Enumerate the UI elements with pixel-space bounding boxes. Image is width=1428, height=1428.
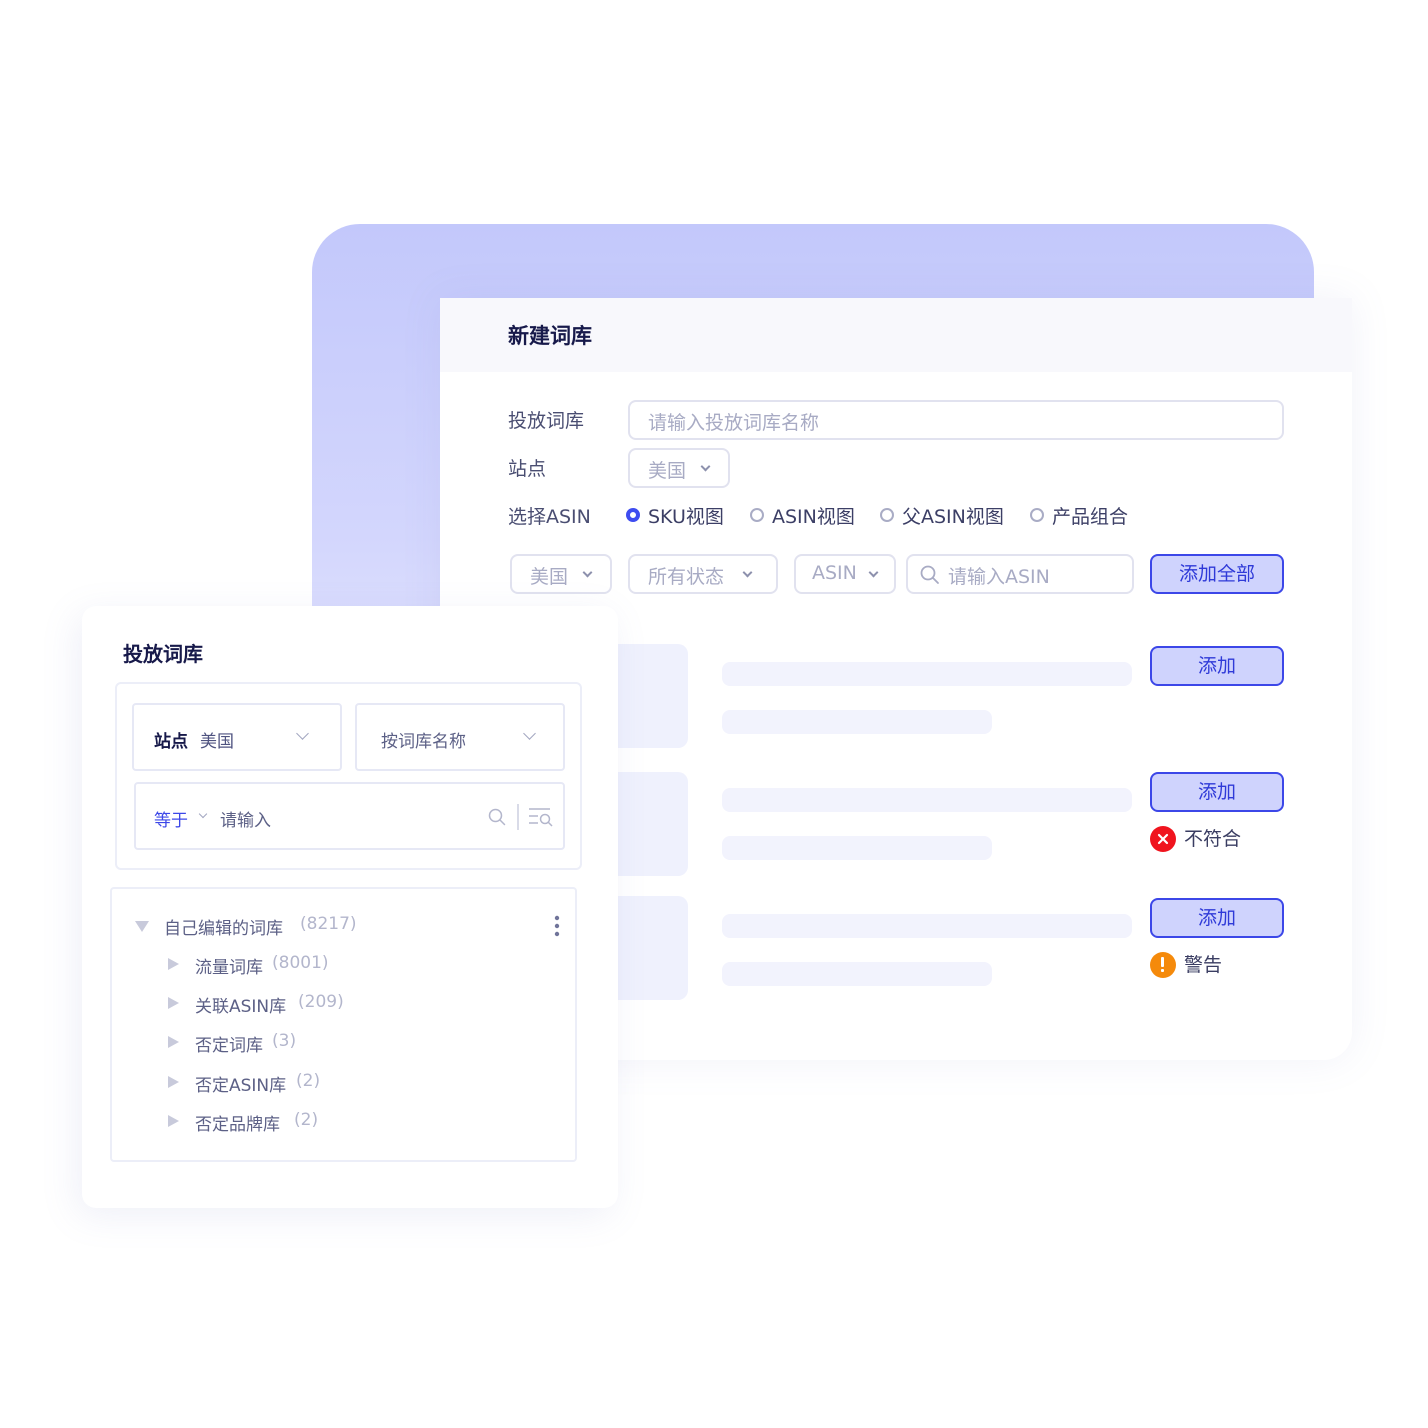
tree-node-label: 自己编辑的词库 (164, 919, 283, 939)
tree-child-node[interactable]: 否定品牌库 (2) (112, 1107, 575, 1137)
search-placeholder: 请输入 (220, 811, 271, 831)
divider (517, 804, 519, 830)
tree-child-node[interactable]: 否定ASIN库 (2) (112, 1068, 575, 1098)
add-button[interactable]: 添加 (1150, 898, 1284, 938)
tree-node-label: 关联ASIN库 (195, 997, 287, 1017)
tree-node-count: (2) (296, 1071, 321, 1091)
site-label: 站点 (508, 458, 547, 480)
add-button[interactable]: 添加 (1150, 646, 1284, 686)
chevron-down-icon (296, 727, 309, 740)
caret-right-icon[interactable] (168, 1036, 179, 1048)
radio-label: SKU视图 (648, 506, 724, 528)
radio-icon (750, 508, 764, 522)
panel-title: 投放词库 (123, 642, 203, 666)
tree-root-node[interactable]: 自己编辑的词库 (8217) (112, 911, 575, 941)
sort-select[interactable]: 按词库名称 (355, 703, 565, 771)
library-panel: 投放词库 站点 美国 按词库名称 等于 请输入 自己编辑的词库 (8217) 流… (82, 606, 618, 1208)
site-select[interactable]: 美国 (628, 448, 730, 488)
tree-child-node[interactable]: 关联ASIN库 (209) (112, 989, 575, 1019)
tree-node-count: (2) (294, 1110, 319, 1130)
country-filter-select[interactable]: 美国 (510, 554, 612, 594)
asin-label: 选择ASIN (508, 506, 591, 528)
add-button[interactable]: 添加 (1150, 772, 1284, 812)
status-filter-select[interactable]: 所有状态 (628, 554, 778, 594)
library-label: 投放词库 (508, 410, 585, 432)
radio-icon (880, 508, 894, 522)
tree-node-count: (8001) (272, 953, 329, 973)
library-name-placeholder: 请输入投放词库名称 (648, 412, 820, 434)
status-filter-value: 所有状态 (648, 566, 725, 588)
dialog-title: 新建词库 (508, 324, 592, 348)
tree-node-count: (3) (272, 1031, 297, 1051)
warning-icon (1150, 952, 1176, 978)
radio-label: 父ASIN视图 (902, 506, 1004, 528)
search-icon[interactable] (488, 808, 506, 826)
chevron-down-icon (523, 727, 536, 740)
product-title-skeleton (722, 914, 1132, 938)
dialog-header: 新建词库 (440, 298, 1352, 372)
tree-node-count: (8217) (300, 914, 357, 934)
caret-right-icon[interactable] (168, 958, 179, 970)
chevron-down-icon (198, 809, 208, 819)
add-all-button[interactable]: 添加全部 (1150, 554, 1284, 594)
caret-right-icon[interactable] (168, 1115, 179, 1127)
caret-right-icon[interactable] (168, 997, 179, 1009)
tree-node-count: (209) (298, 992, 344, 1012)
country-filter-value: 美国 (530, 566, 569, 588)
chevron-down-icon (582, 567, 593, 578)
tree-node-label: 流量词库 (195, 958, 263, 978)
advanced-filter-icon[interactable] (528, 806, 554, 828)
site-filter-value: 美国 (200, 732, 234, 752)
product-subtitle-skeleton (722, 836, 992, 860)
operator-select[interactable]: 等于 (154, 806, 188, 831)
sort-select-value: 按词库名称 (381, 732, 466, 752)
status-warning-text: 警告 (1184, 954, 1223, 976)
product-subtitle-skeleton (722, 710, 992, 734)
radio-selected-icon (626, 508, 640, 522)
type-filter-select[interactable]: ASIN (794, 554, 896, 594)
asin-search-placeholder: 请输入ASIN (948, 566, 1050, 588)
product-title-skeleton (722, 788, 1132, 812)
caret-right-icon[interactable] (168, 1076, 179, 1088)
type-filter-value: ASIN (812, 562, 857, 584)
caret-down-icon[interactable] (135, 921, 149, 932)
tree-node-label: 否定品牌库 (195, 1115, 280, 1135)
panel-filter-box: 站点 美国 按词库名称 等于 请输入 (115, 682, 582, 870)
product-title-skeleton (722, 662, 1132, 686)
search-icon (920, 565, 939, 584)
chevron-down-icon (742, 567, 753, 578)
site-filter-select[interactable]: 站点 美国 (132, 703, 342, 771)
panel-search-input[interactable]: 等于 请输入 (134, 782, 565, 850)
more-vertical-icon[interactable] (554, 915, 560, 937)
chevron-down-icon (700, 461, 711, 472)
radio-icon (1030, 508, 1044, 522)
tree-child-node[interactable]: 否定词库 (3) (112, 1028, 575, 1058)
tree-child-node[interactable]: 流量词库 (8001) (112, 950, 575, 980)
error-icon (1150, 826, 1176, 852)
site-filter-label: 站点 (154, 732, 188, 752)
status-error-text: 不符合 (1184, 828, 1242, 850)
tree-node-label: 否定ASIN库 (195, 1076, 287, 1096)
tree-node-label: 否定词库 (195, 1036, 263, 1056)
library-tree: 自己编辑的词库 (8217) 流量词库 (8001) 关联ASIN库 (209)… (110, 887, 577, 1162)
radio-label: ASIN视图 (772, 506, 855, 528)
site-select-value: 美国 (648, 460, 687, 482)
library-name-input[interactable]: 请输入投放词库名称 (628, 400, 1284, 440)
chevron-down-icon (868, 567, 879, 578)
product-subtitle-skeleton (722, 962, 992, 986)
radio-label: 产品组合 (1052, 506, 1129, 528)
asin-search-input[interactable]: 请输入ASIN (906, 554, 1134, 594)
